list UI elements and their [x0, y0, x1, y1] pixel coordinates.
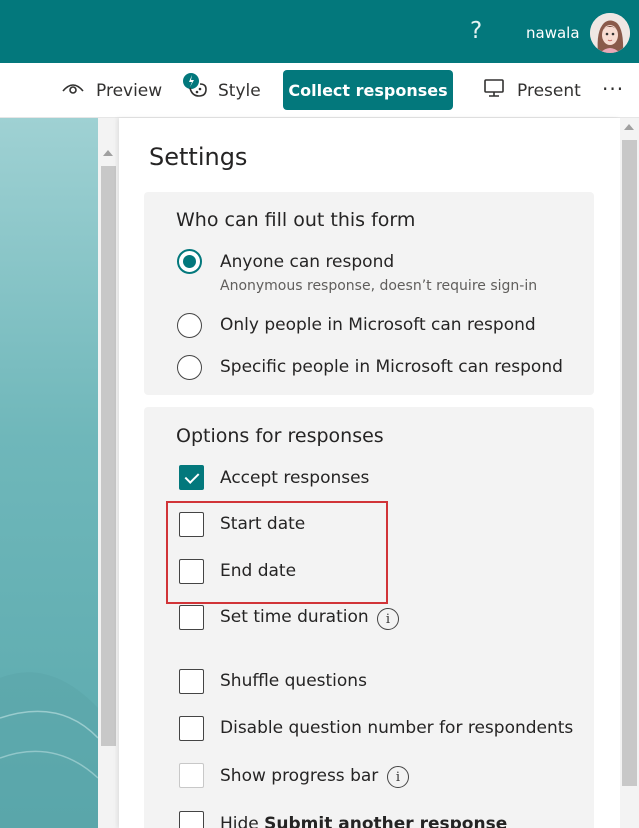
toolbar: Preview Style Collect responses Present … — [0, 63, 639, 118]
shuffle-questions-label: Shuffle questions — [220, 671, 367, 691]
set-time-duration-label: Set time duration — [220, 607, 369, 627]
checkbox-accept-responses[interactable] — [179, 465, 204, 490]
show-progress-bar-label: Show progress bar — [220, 766, 379, 786]
start-date-label: Start date — [220, 514, 306, 534]
preview-label: Preview — [96, 80, 163, 101]
scroll-thumb[interactable] — [101, 166, 116, 746]
style-button[interactable]: Style — [182, 63, 261, 118]
panel-scrollbar[interactable] — [620, 118, 639, 828]
scroll-thumb[interactable] — [622, 140, 637, 786]
radio-only-microsoft-label: Only people in Microsoft can respond — [220, 315, 536, 335]
checkbox-shuffle-questions[interactable] — [179, 669, 204, 694]
help-button[interactable]: ? — [470, 16, 482, 46]
hide-submit-prefix: Hide — [220, 814, 265, 828]
palette-icon — [182, 72, 207, 104]
checkbox-set-time-duration[interactable] — [179, 605, 204, 630]
disable-question-number-label: Disable question number for respondents — [220, 718, 574, 738]
hide-submit-another-label: Hide Submit another response — [220, 814, 507, 828]
who-can-fill-title: Who can fill out this form — [176, 209, 416, 231]
present-label: Present — [517, 80, 581, 101]
options-for-responses-title: Options for responses — [176, 425, 384, 447]
style-label: Style — [218, 80, 261, 101]
radio-anyone-sublabel: Anonymous response, doesn’t require sign… — [220, 278, 538, 294]
radio-specific-people-label: Specific people in Microsoft can respond — [220, 357, 563, 377]
scroll-up-arrow-icon[interactable] — [624, 124, 634, 130]
eye-icon — [62, 81, 84, 101]
end-date-label: End date — [220, 561, 297, 581]
user-name[interactable]: nawala — [526, 24, 580, 42]
radio-anyone[interactable] — [177, 249, 202, 274]
monitor-icon — [483, 78, 505, 103]
avatar-image — [590, 13, 630, 53]
radio-specific-people[interactable] — [177, 355, 202, 380]
who-can-fill-card: Who can fill out this form Anyone can re… — [144, 192, 594, 395]
preview-button[interactable]: Preview — [62, 63, 162, 118]
info-icon[interactable]: i — [387, 766, 409, 788]
scroll-up-arrow-icon[interactable] — [103, 150, 113, 156]
options-for-responses-card: Options for responses Accept responses S… — [144, 407, 594, 828]
present-button[interactable]: Present — [483, 63, 581, 118]
checkbox-start-date[interactable] — [179, 512, 204, 537]
checkbox-hide-submit-another[interactable] — [179, 811, 204, 828]
settings-panel: Settings Who can fill out this form Anyo… — [119, 118, 620, 828]
radio-only-microsoft[interactable] — [177, 313, 202, 338]
collect-responses-button[interactable]: Collect responses — [283, 70, 453, 110]
hide-submit-bold: Submit another response — [264, 814, 508, 828]
settings-title: Settings — [149, 143, 248, 171]
more-options-button[interactable]: ··· — [602, 77, 624, 101]
info-icon[interactable]: i — [377, 608, 399, 630]
avatar[interactable] — [590, 13, 630, 53]
checkbox-end-date[interactable] — [179, 559, 204, 584]
checkbox-disable-question-number[interactable] — [179, 716, 204, 741]
form-scrollbar[interactable] — [98, 118, 119, 828]
radio-anyone-label: Anyone can respond — [220, 252, 395, 272]
form-background — [0, 118, 98, 828]
top-bar: ? nawala — [0, 0, 639, 63]
checkbox-show-progress-bar[interactable] — [179, 763, 204, 788]
accept-responses-label: Accept responses — [220, 468, 370, 488]
